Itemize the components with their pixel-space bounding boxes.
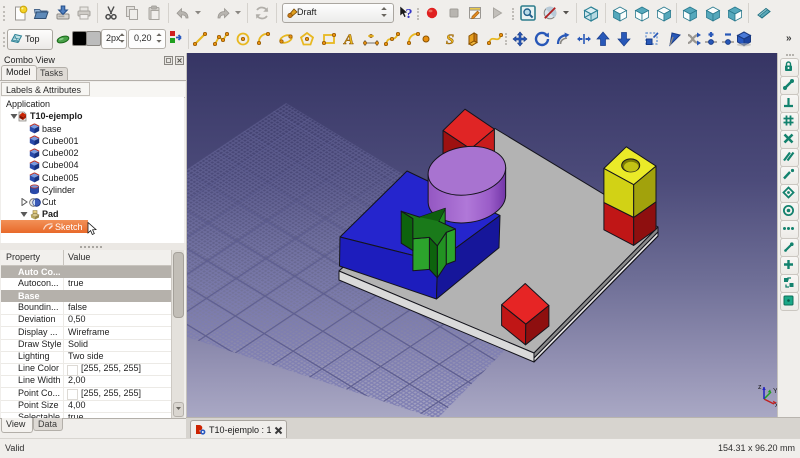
svg-text:?: ? bbox=[406, 7, 413, 21]
svg-text:A: A bbox=[343, 32, 354, 47]
svg-text:z: z bbox=[758, 384, 762, 391]
svg-text:S: S bbox=[446, 32, 454, 47]
